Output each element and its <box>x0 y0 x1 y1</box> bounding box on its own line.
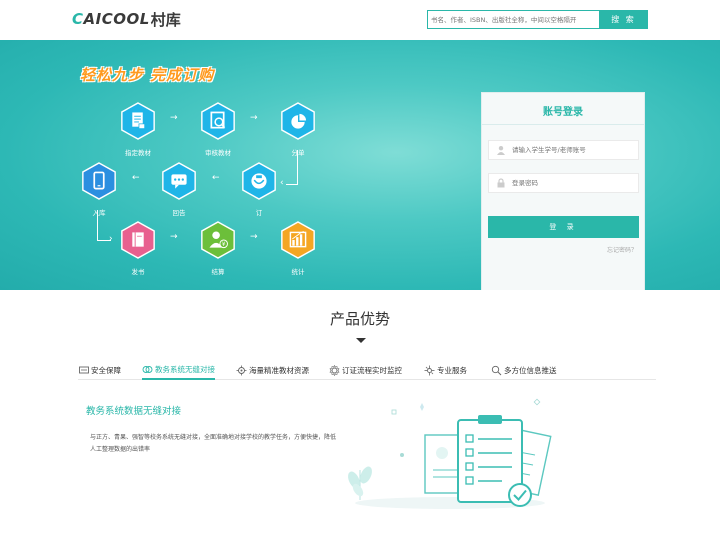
clipboard-illustration <box>348 398 552 509</box>
link-icon <box>142 364 153 375</box>
logo-text-en: CAICOOL <box>72 10 150 28</box>
step-label: 指定教材 <box>125 149 151 157</box>
service-icon <box>424 365 435 376</box>
divider <box>482 124 644 125</box>
book-list-icon <box>121 102 155 140</box>
plant-illustration <box>348 466 372 500</box>
resource-icon <box>236 365 247 376</box>
step-reply[interactable]: 回告 <box>159 162 199 217</box>
step-label: 回告 <box>172 209 186 217</box>
stats-icon <box>281 221 315 259</box>
phone-icon <box>82 162 116 200</box>
flow-connector <box>297 150 298 185</box>
step-split-order[interactable]: 分单 <box>278 102 318 157</box>
shipbook-icon <box>121 221 155 259</box>
content-title: 教务系统数据无缝对接 <box>86 406 182 417</box>
tab-service[interactable]: 专业服务 <box>424 360 467 380</box>
step-label: 结算 <box>211 268 225 276</box>
banner: 轻松九步 完成订购 指定教材 → 审核教材 → 分单 ‹ 订 ← 回告 ← 入库… <box>0 40 720 290</box>
settle-icon: ¥ <box>201 221 235 259</box>
logo-en-rest: AICOOL <box>83 10 150 28</box>
checkmark-icon <box>508 483 532 507</box>
username-input[interactable] <box>512 146 632 154</box>
step-label: 分单 <box>291 149 305 157</box>
step-label: 发书 <box>131 268 145 276</box>
arrow-right-icon: › <box>109 234 113 244</box>
login-button[interactable]: 登 录 <box>488 216 639 238</box>
step-specify-textbook[interactable]: 指定教材 <box>118 102 158 157</box>
advantage-tabs: 安全保障 教务系统无缝对接 海量精准教材资源 订证流程实时监控 专业服务 多方位… <box>78 360 656 380</box>
arrow-right-icon: → <box>170 113 178 123</box>
step-stock-in[interactable]: 入库 <box>79 162 119 217</box>
step-label: 审核教材 <box>205 149 231 157</box>
message-icon <box>162 162 196 200</box>
search-button[interactable]: 搜 索 <box>599 10 648 29</box>
section-title: 产品优势 <box>329 310 390 328</box>
tab-label: 教务系统无缝对接 <box>155 364 215 374</box>
arrow-right-icon: → <box>250 113 258 123</box>
arrow-left-icon: ‹ <box>280 178 284 188</box>
logo[interactable]: CAICOOL 村库 <box>72 9 181 29</box>
push-icon <box>491 365 502 376</box>
tab-resources[interactable]: 海量精准教材资源 <box>236 360 309 380</box>
caret-down-icon <box>356 338 366 343</box>
username-field[interactable] <box>488 140 639 160</box>
tab-system-integration[interactable]: 教务系统无缝对接 <box>142 360 215 380</box>
step-settle[interactable]: ¥ 结算 <box>198 221 238 276</box>
pie-icon <box>281 102 315 140</box>
search-field[interactable] <box>427 10 599 29</box>
tab-label: 安全保障 <box>91 365 121 375</box>
header: CAICOOL 村库 搜 索 <box>0 0 720 40</box>
tab-push[interactable]: 多方位信息推送 <box>491 360 557 380</box>
svg-text:¥: ¥ <box>222 242 226 248</box>
flow-connector <box>286 184 298 185</box>
arrow-right-icon: → <box>250 232 258 242</box>
step-label: 订 <box>255 209 263 217</box>
logo-text-cn: 村库 <box>150 10 181 29</box>
login-title: 账号登录 <box>543 107 583 118</box>
login-panel: 账号登录 登 录 忘记密码？ <box>481 92 645 290</box>
forgot-password-link[interactable]: 忘记密码？ <box>607 245 637 254</box>
tab-monitoring[interactable]: 订证流程实时监控 <box>329 360 402 380</box>
tab-label: 订证流程实时监控 <box>342 365 402 375</box>
banner-slogan: 轻松九步 完成订购 <box>80 66 215 84</box>
password-input[interactable] <box>512 179 632 187</box>
shield-icon <box>78 365 89 376</box>
step-label: 统计 <box>291 268 305 276</box>
review-icon <box>201 102 235 140</box>
password-field[interactable] <box>488 173 639 193</box>
arrow-left-icon: ← <box>212 173 220 183</box>
user-icon <box>494 143 508 157</box>
arrow-right-icon: → <box>170 232 178 242</box>
step-review-textbook[interactable]: 审核教材 <box>198 102 238 157</box>
step-ship-book[interactable]: 发书 <box>118 221 158 276</box>
arrow-left-icon: ← <box>132 173 140 183</box>
content-description: 与正方、青果、强智等校务系统无缝对接，全面准确地对接学校的教学任务，方便快捷，降… <box>90 434 337 453</box>
lock-icon <box>494 176 508 190</box>
search-input[interactable] <box>431 11 599 28</box>
tab-label: 专业服务 <box>437 365 467 375</box>
tab-label: 海量精准教材资源 <box>249 365 309 375</box>
monitor-icon <box>329 364 340 376</box>
flow-connector <box>97 210 98 240</box>
step-label: 入库 <box>92 209 106 217</box>
tab-security[interactable]: 安全保障 <box>78 360 121 380</box>
order-icon <box>242 162 276 200</box>
step-statistics[interactable]: 统计 <box>278 221 318 276</box>
tab-label: 多方位信息推送 <box>504 365 557 375</box>
step-order[interactable]: 订 <box>239 162 279 217</box>
